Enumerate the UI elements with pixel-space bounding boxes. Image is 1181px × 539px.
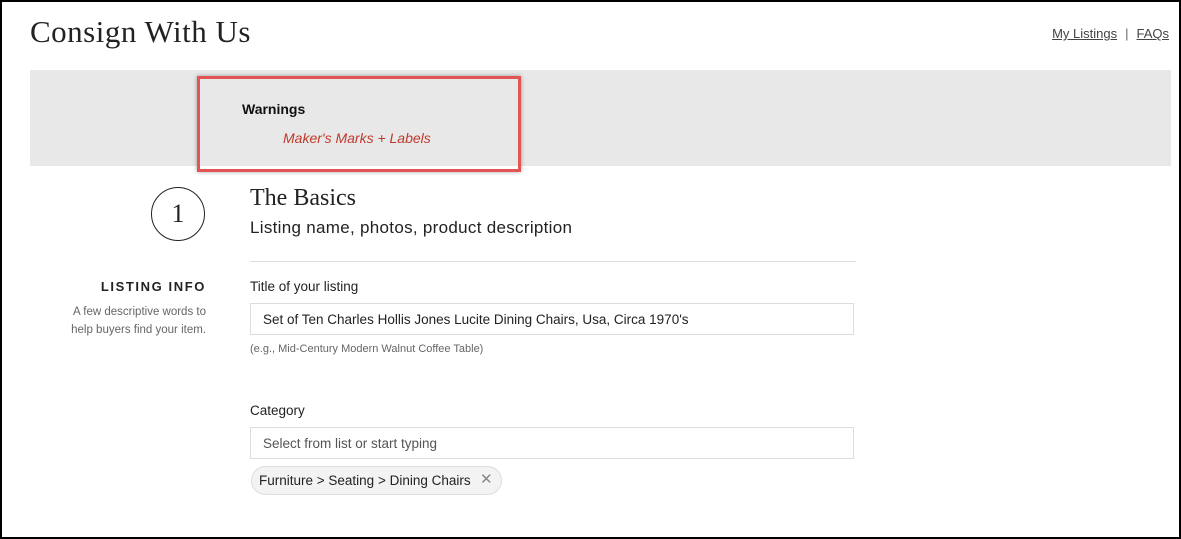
step-title: The Basics [250,185,356,211]
category-label: Category [250,403,305,418]
section-help-text: A few descriptive words to help buyers f… [71,306,206,336]
warning-item-makers-marks[interactable]: Maker's Marks + Labels [283,130,431,146]
category-chip: Furniture > Seating > Dining Chairs ✕ [251,466,502,495]
category-input[interactable] [250,427,854,459]
warnings-heading: Warnings [242,101,306,117]
faqs-link[interactable]: FAQs [1136,26,1169,41]
step-number: 1 [171,199,185,228]
category-chip-label: Furniture > Seating > Dining Chairs [259,473,471,488]
step-number-badge: 1 [151,187,205,241]
section-divider [250,261,856,262]
step-subtitle: Listing name, photos, product descriptio… [250,218,573,237]
top-links: My Listings | FAQs [1052,26,1169,41]
page-title: Consign With Us [30,14,251,49]
section-label: LISTING INFO [100,279,206,294]
listing-title-hint: (e.g., Mid-Century Modern Walnut Coffee … [250,343,484,355]
my-listings-link[interactable]: My Listings [1052,26,1117,41]
close-icon[interactable]: ✕ [480,472,493,488]
link-separator: | [1125,26,1129,41]
listing-title-label: Title of your listing [250,279,359,294]
warnings-highlight-box [197,76,521,172]
listing-title-input[interactable] [250,303,854,335]
